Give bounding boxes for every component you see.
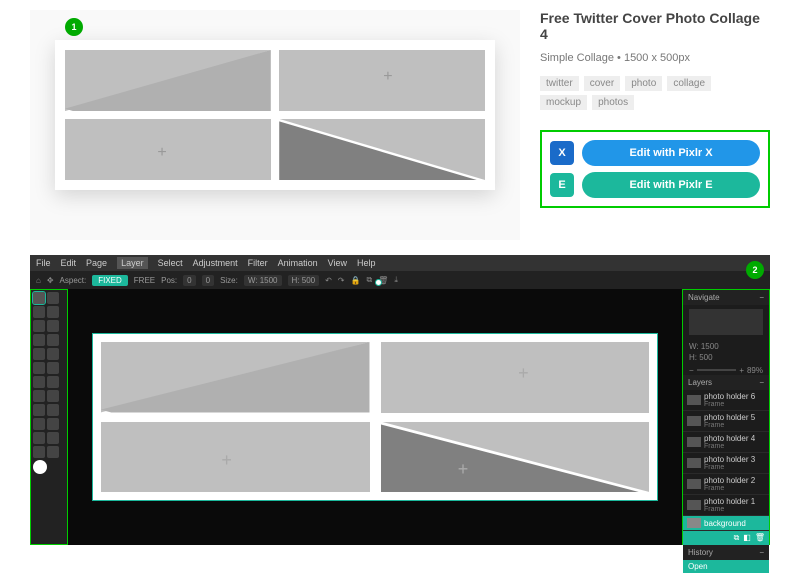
menu-adjustment[interactable]: Adjustment <box>193 258 238 268</box>
tag-list: twitter cover photo collage mockup photo… <box>540 76 770 114</box>
wand-tool[interactable] <box>47 306 59 318</box>
tool-palette <box>30 289 68 545</box>
dodge-tool[interactable] <box>47 348 59 360</box>
pixlr-x-icon: X <box>550 141 574 165</box>
frame-tool[interactable] <box>47 418 59 430</box>
history-panel-title: History <box>688 548 713 557</box>
select-tool[interactable] <box>47 292 59 304</box>
edit-pixlr-e-button[interactable]: Edit with Pixlr E <box>582 172 760 198</box>
gradient-tool[interactable] <box>33 376 45 388</box>
panel-collapse-icon[interactable]: − <box>759 293 764 302</box>
aspect-fixed-button[interactable]: FIXED <box>92 275 128 286</box>
layer-item[interactable]: background <box>683 516 769 531</box>
history-item[interactable]: Open <box>683 560 769 573</box>
eraser-tool[interactable] <box>47 376 59 388</box>
template-title: Free Twitter Cover Photo Collage 4 <box>540 10 770 42</box>
menu-help[interactable]: Help <box>357 258 376 268</box>
crop-tool[interactable] <box>33 320 45 332</box>
tag[interactable]: cover <box>584 76 620 91</box>
menu-select[interactable]: Select <box>158 258 183 268</box>
options-bar: ⌂ ✥ Aspect: FIXED FREE Pos: 0 0 Size: W:… <box>30 271 770 289</box>
layer-item[interactable]: photo holder 5Frame <box>683 411 769 432</box>
layers-panel-title: Layers <box>688 378 712 387</box>
panel-collapse-icon[interactable]: − <box>759 378 764 387</box>
redo-icon[interactable]: ↷ <box>338 276 345 285</box>
pos-label: Pos: <box>161 276 177 285</box>
eyedropper-tool[interactable] <box>33 432 45 444</box>
clone-tool[interactable] <box>47 334 59 346</box>
pen-tool[interactable] <box>33 404 45 416</box>
pencil-tool[interactable] <box>47 390 59 402</box>
home-icon[interactable]: ⌂ <box>36 276 41 285</box>
layer-delete-icon[interactable]: 🗑 <box>755 533 765 543</box>
shape-tool[interactable] <box>33 418 45 430</box>
zoom-in-icon[interactable]: + <box>739 366 744 375</box>
size-h[interactable]: H: 500 <box>288 275 320 286</box>
fill-tool[interactable] <box>47 362 59 374</box>
layer-item[interactable]: photo holder 1Frame <box>683 495 769 516</box>
heal-tool[interactable] <box>33 334 45 346</box>
layer-item[interactable]: photo holder 2Frame <box>683 474 769 495</box>
tag[interactable]: mockup <box>540 95 587 110</box>
size-label: Size: <box>220 276 238 285</box>
text-tool[interactable] <box>47 404 59 416</box>
menu-file[interactable]: File <box>36 258 51 268</box>
move-tool-icon[interactable]: ✥ <box>47 276 54 285</box>
hand-tool[interactable] <box>33 446 45 458</box>
copy-icon[interactable]: ⧉ <box>366 275 372 285</box>
menu-page[interactable]: Page <box>86 258 107 268</box>
move-tool[interactable] <box>33 292 45 304</box>
navigate-panel-title: Navigate <box>688 293 720 302</box>
brush-tool[interactable] <box>33 390 45 402</box>
pixlr-editor: 2 File Edit Page Layer Select Adjustment… <box>30 255 770 545</box>
zoom-slider[interactable] <box>697 369 737 371</box>
download-icon[interactable]: ⤓ <box>394 275 398 285</box>
tag[interactable]: twitter <box>540 76 579 91</box>
layer-mask-icon[interactable]: ◧ <box>743 533 751 543</box>
layer-item[interactable]: photo holder 3Frame <box>683 453 769 474</box>
pixlr-e-icon: E <box>550 173 574 197</box>
tag[interactable]: photo <box>625 76 662 91</box>
edit-pixlr-x-button[interactable]: Edit with Pixlr X <box>582 140 760 166</box>
undo-icon[interactable]: ↶ <box>325 276 332 285</box>
aspect-free-button[interactable]: FREE <box>134 276 155 285</box>
panel-collapse-icon[interactable]: − <box>759 548 764 557</box>
menu-animation[interactable]: Animation <box>278 258 318 268</box>
color-swatch[interactable] <box>33 460 47 474</box>
cut-tool[interactable] <box>47 320 59 332</box>
pos-y[interactable]: 0 <box>202 275 214 286</box>
zoom-tool[interactable] <box>47 432 59 444</box>
menu-edit[interactable]: Edit <box>61 258 77 268</box>
menu-bar: File Edit Page Layer Select Adjustment F… <box>30 255 770 271</box>
template-subtitle: Simple Collage • 1500 x 500px <box>540 52 770 64</box>
lasso-tool[interactable] <box>33 306 45 318</box>
layer-item[interactable]: photo holder 6Frame <box>683 390 769 411</box>
misc-tool[interactable] <box>47 446 59 458</box>
size-w[interactable]: W: 1500 <box>244 275 282 286</box>
blur-tool[interactable] <box>33 348 45 360</box>
right-panels: Navigate− W: 1500H: 500 −+89% Layers− ph… <box>682 289 770 545</box>
aspect-label: Aspect: <box>60 276 87 285</box>
zoom-out-icon[interactable]: − <box>689 366 694 375</box>
tag[interactable]: collage <box>667 76 711 91</box>
menu-filter[interactable]: Filter <box>248 258 268 268</box>
sponge-tool[interactable] <box>33 362 45 374</box>
pos-x[interactable]: 0 <box>183 275 195 286</box>
step-badge-2: 2 <box>746 261 764 279</box>
layer-duplicate-icon[interactable]: ⧉ <box>734 533 740 543</box>
step-badge-1: 1 <box>65 18 83 36</box>
edit-buttons-box: X Edit with Pixlr X E Edit with Pixlr E <box>540 130 770 208</box>
template-preview: 1 + + <box>30 10 520 240</box>
layer-item[interactable]: photo holder 4Frame <box>683 432 769 453</box>
navigator-thumbnail[interactable] <box>689 309 763 335</box>
zoom-value: 89% <box>747 366 763 375</box>
menu-view[interactable]: View <box>328 258 347 268</box>
tag[interactable]: photos <box>592 95 634 110</box>
lock-icon[interactable]: 🔒 <box>351 276 361 285</box>
canvas-area[interactable]: + + + <box>68 289 682 545</box>
menu-layer[interactable]: Layer <box>117 257 148 269</box>
